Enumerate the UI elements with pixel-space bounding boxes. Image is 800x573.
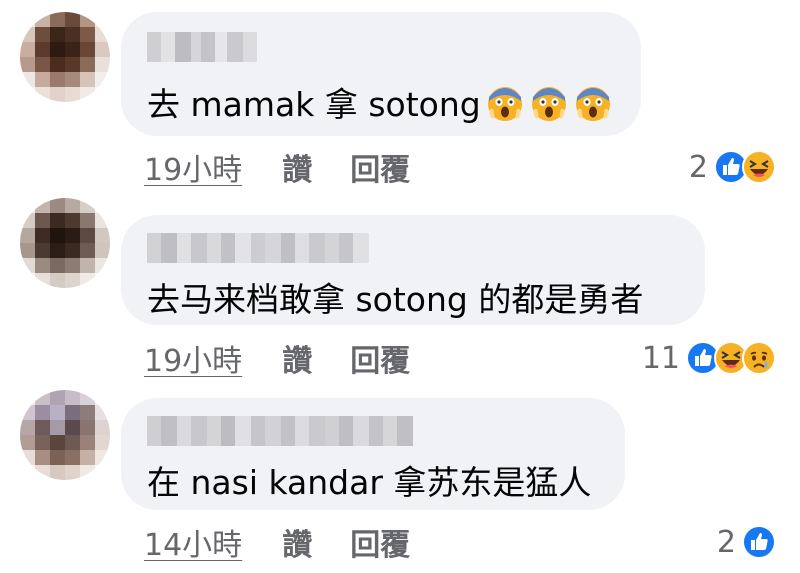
reaction-count: 2 [716,524,736,560]
comment-meta: 19小時 讚 回覆 [144,336,410,380]
comment-bubble: 去 mamak 拿 sotong [121,12,641,136]
reaction-summary[interactable]: 11 [642,338,776,378]
comment-timestamp[interactable]: 19小時 [144,145,242,189]
reaction-count: 11 [641,340,680,376]
commenter-name-blurred[interactable] [147,416,413,446]
commenter-name-blurred[interactable] [147,233,369,263]
comment-text-content: 去马来档敢拿 sotong 的都是勇者 [147,280,644,319]
comment-text: 去马来档敢拿 sotong 的都是勇者 [147,273,643,321]
comment-text-content: 在 nasi kandar 拿苏东是猛人 [147,463,592,502]
comment-bubble: 在 nasi kandar 拿苏东是猛人 [121,398,625,510]
comment-bubble: 去马来档敢拿 sotong 的都是勇者 [121,215,705,325]
scream-emoji-icon [529,83,569,131]
haha-icon [742,150,776,184]
reply-button[interactable]: 回覆 [350,520,410,564]
avatar[interactable] [20,12,110,102]
like-button[interactable]: 讚 [282,520,312,564]
like-icon [742,525,776,559]
avatar[interactable] [20,198,110,288]
reply-button[interactable]: 回覆 [350,336,410,380]
avatar[interactable] [20,390,110,480]
scream-emoji-icon [485,83,525,131]
comment-text: 去 mamak 拿 sotong [147,78,613,131]
comment-text: 在 nasi kandar 拿苏东是猛人 [147,456,591,504]
reaction-summary[interactable]: 2 [717,522,776,562]
scream-emoji-icon [573,83,613,131]
reaction-summary[interactable]: 2 [689,147,776,187]
comment-meta: 14小時 讚 回覆 [144,520,410,564]
like-button[interactable]: 讚 [282,336,312,380]
comment-meta: 19小時 讚 回覆 [144,145,410,189]
reaction-count: 2 [688,149,708,185]
comment-timestamp[interactable]: 19小時 [144,336,242,380]
reply-button[interactable]: 回覆 [350,145,410,189]
comment-text-content: 去 mamak 拿 sotong [147,85,481,124]
like-button[interactable]: 讚 [282,145,312,189]
commenter-name-blurred[interactable] [147,32,257,62]
sad-icon [742,341,776,375]
comment-timestamp[interactable]: 14小時 [144,520,242,564]
